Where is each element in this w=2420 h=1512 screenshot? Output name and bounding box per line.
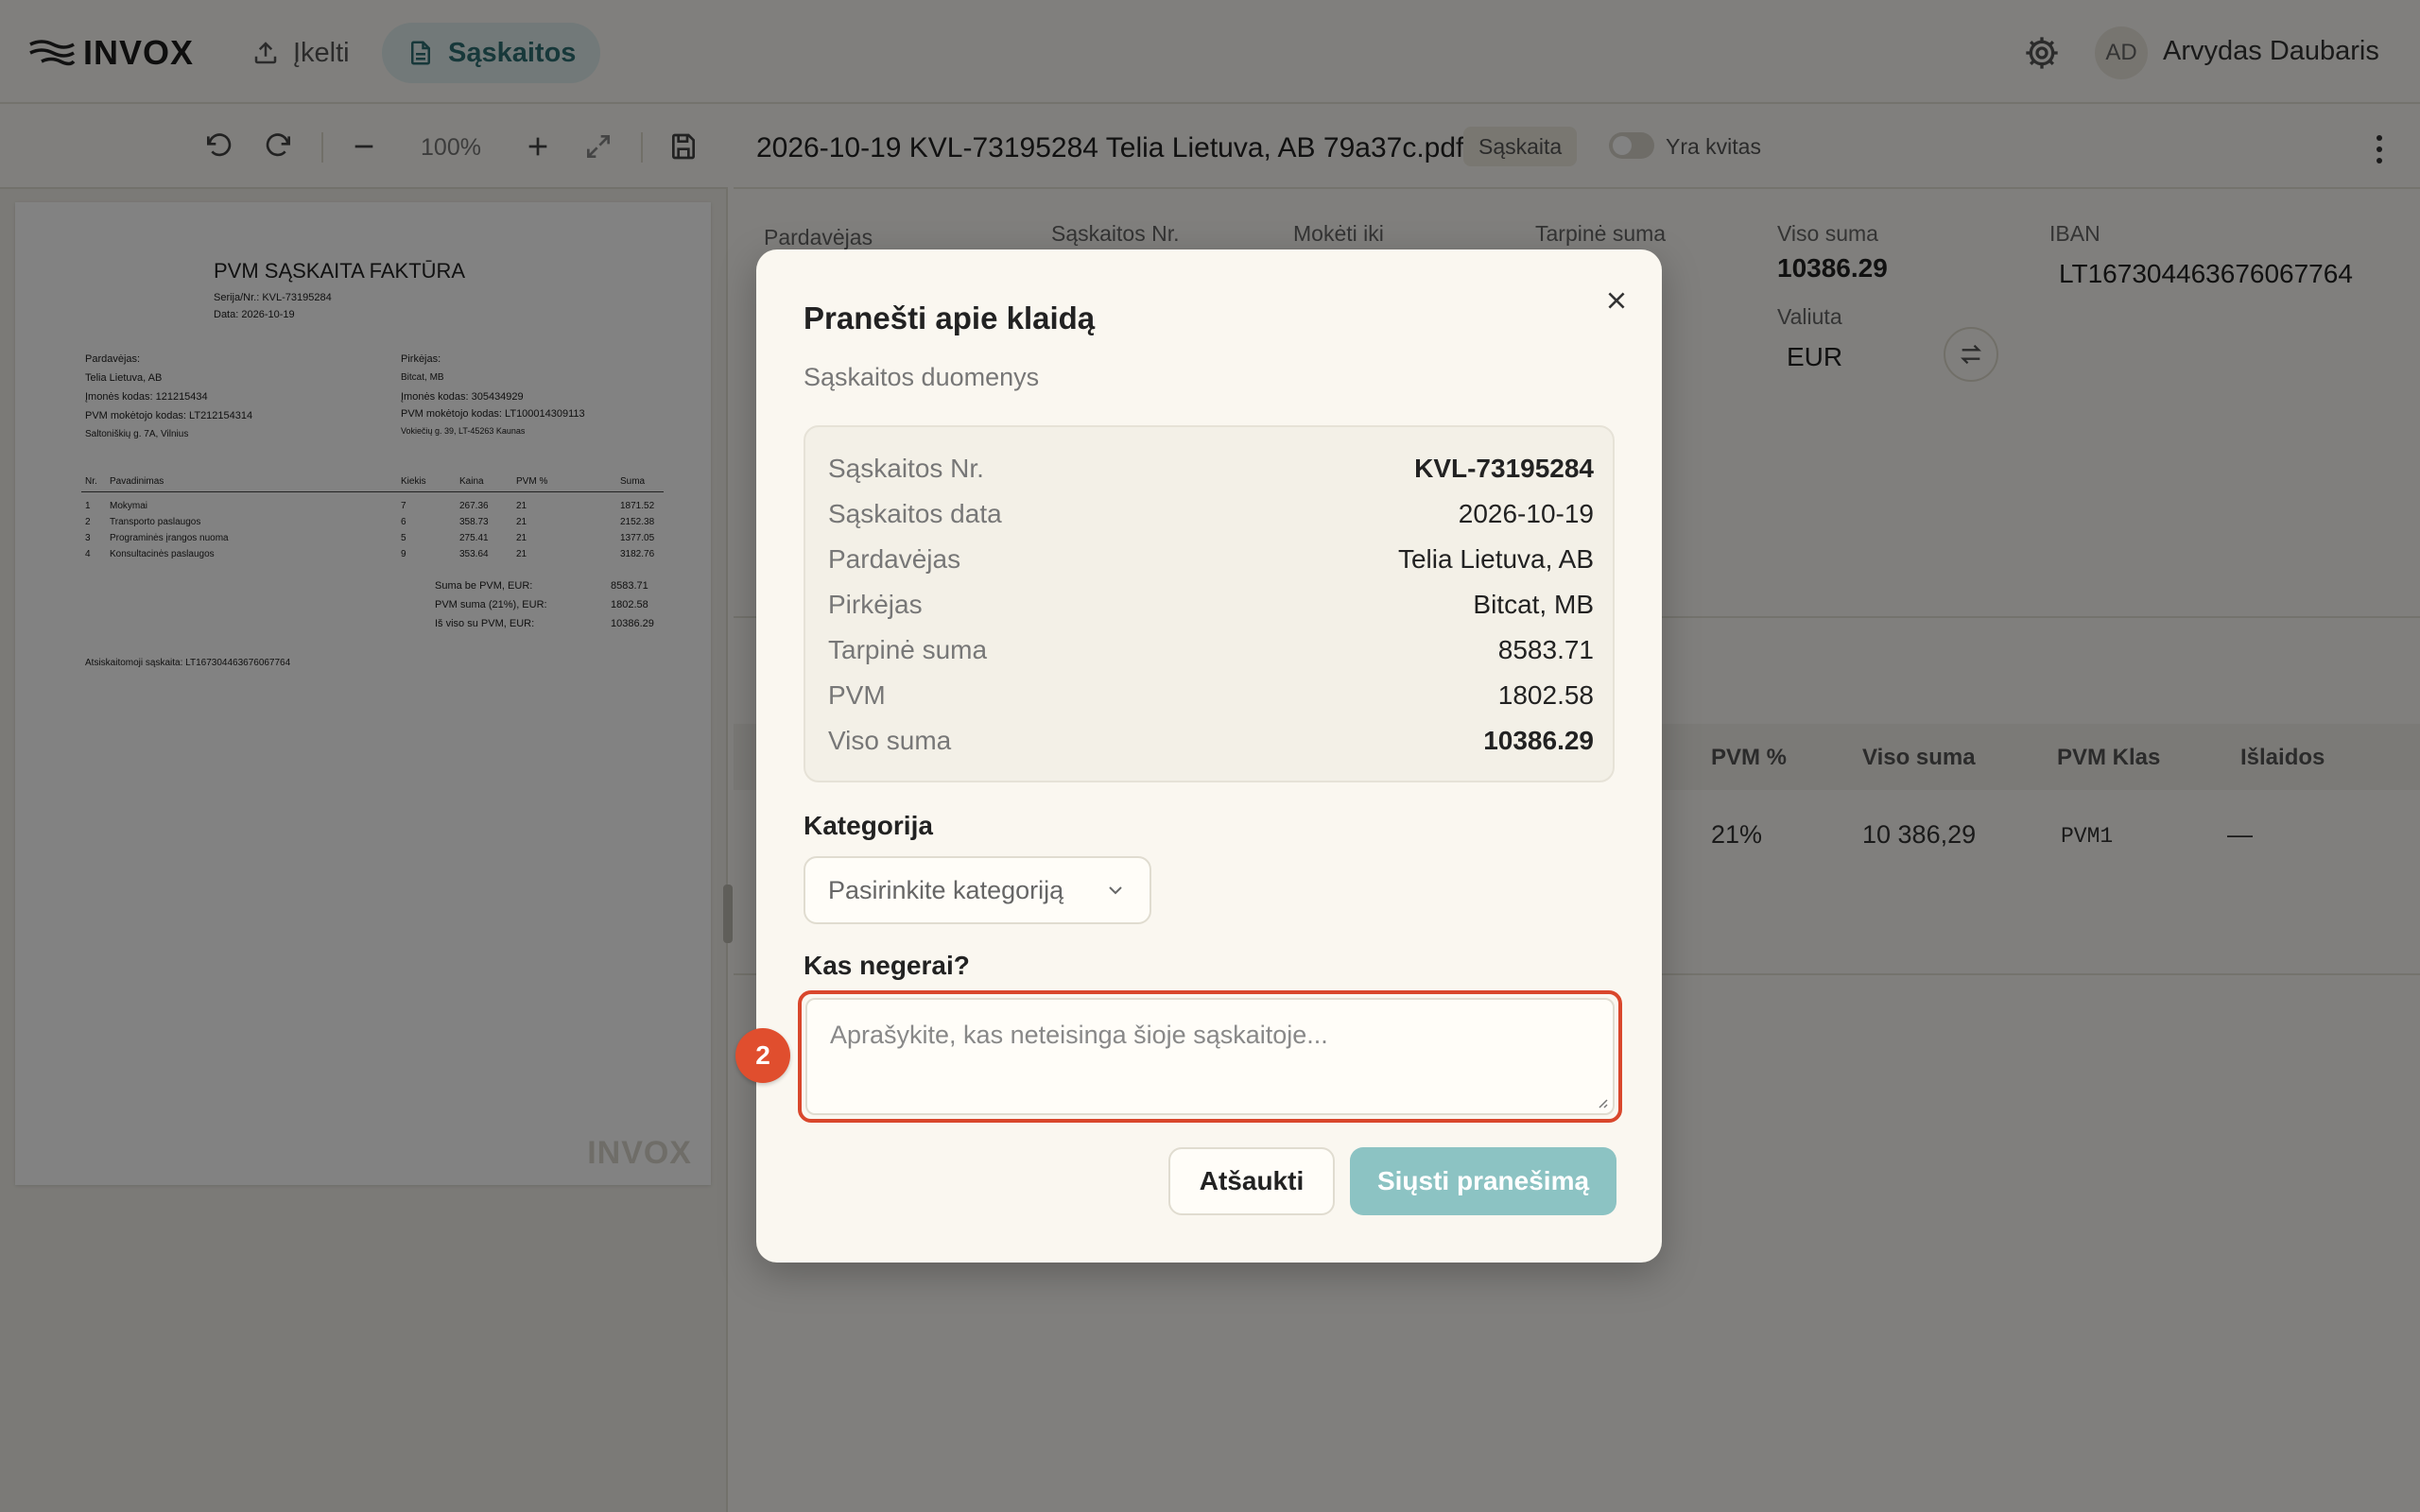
summary-value: 1802.58 [1497, 680, 1594, 710]
description-label: Kas negerai? [804, 951, 970, 980]
summary-label: Sąskaitos Nr. [828, 454, 984, 483]
close-icon [1608, 292, 1625, 309]
summary-row: Viso suma 10386.29 [828, 722, 1594, 760]
summary-label: Pirkėjas [828, 590, 923, 619]
summary-value: 8583.71 [1497, 635, 1594, 664]
summary-value: 10386.29 [1483, 726, 1594, 755]
invoice-summary-box: Sąskaitos Nr. KVL-73195284 Sąskaitos dat… [804, 425, 1615, 782]
summary-value: Telia Lietuva, AB [1397, 544, 1594, 574]
close-button[interactable] [1598, 282, 1635, 319]
send-report-button[interactable]: Siųsti pranešimą [1350, 1147, 1616, 1215]
summary-row: Sąskaitos data 2026-10-19 [828, 495, 1594, 533]
summary-value: Bitcat, MB [1473, 590, 1594, 619]
summary-row: Tarpinė suma 8583.71 [828, 631, 1594, 669]
summary-label: Pardavėjas [828, 544, 961, 574]
resize-grip-icon[interactable] [1594, 1094, 1609, 1109]
dialog-title: Pranešti apie klaidą [804, 301, 1096, 335]
chevron-down-icon [1109, 886, 1122, 895]
summary-label: PVM [828, 680, 886, 710]
summary-row: Sąskaitos Nr. KVL-73195284 [828, 450, 1594, 488]
summary-value: 2026-10-19 [1458, 499, 1594, 528]
description-placeholder: Aprašykite, kas neteisinga šioje sąskait… [830, 1021, 1328, 1049]
summary-label: Viso suma [828, 726, 952, 755]
category-select[interactable]: Pasirinkite kategoriją [804, 856, 1151, 924]
summary-value: KVL-73195284 [1414, 454, 1594, 483]
summary-label: Tarpinė suma [828, 635, 988, 664]
category-select-value: Pasirinkite kategoriją [828, 875, 1064, 904]
description-textarea[interactable]: Aprašykite, kas neteisinga šioje sąskait… [805, 998, 1615, 1115]
category-label: Kategorija [804, 811, 933, 840]
summary-row: PVM 1802.58 [828, 677, 1594, 714]
cancel-button[interactable]: Atšaukti [1168, 1147, 1335, 1215]
summary-row: Pardavėjas Telia Lietuva, AB [828, 541, 1594, 578]
dialog-subtitle: Sąskaitos duomenys [804, 363, 1040, 391]
summary-label: Sąskaitos data [828, 499, 1002, 528]
summary-row: Pirkėjas Bitcat, MB [828, 586, 1594, 624]
report-error-dialog: Pranešti apie klaidą Sąskaitos duomenys … [735, 249, 1662, 1263]
step-badge: 2 [735, 1028, 790, 1083]
description-highlight: Aprašykite, kas neteisinga šioje sąskait… [798, 990, 1622, 1123]
